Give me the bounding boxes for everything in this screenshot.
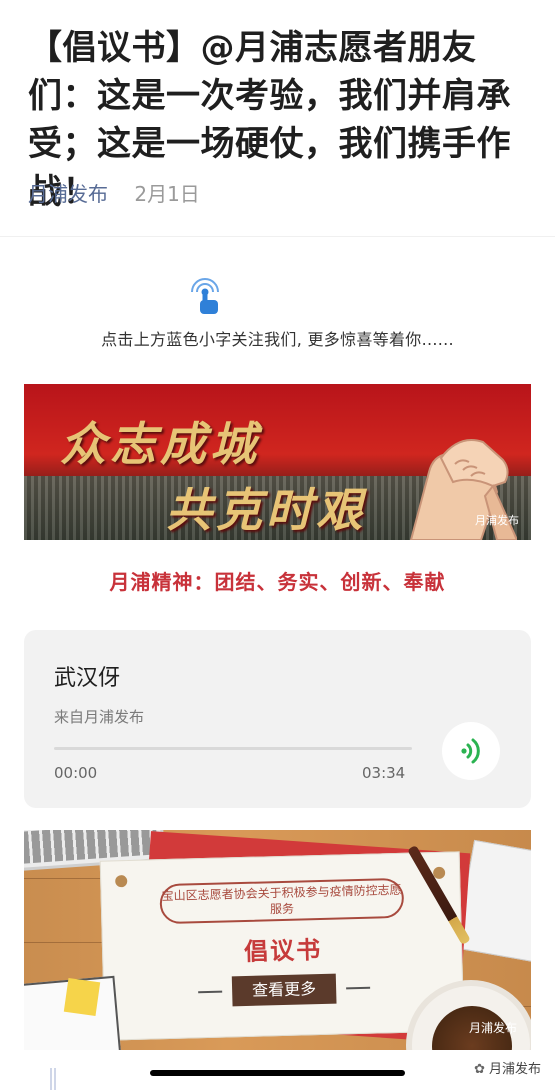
dash-left — [198, 990, 223, 994]
audio-wave-icon — [461, 738, 480, 764]
spirit-slogan: 月浦精神：团结、务实、创新、奉献 — [109, 570, 446, 594]
scroll-edge-mark — [50, 1068, 56, 1090]
more-wrap: 查看更多 — [198, 973, 371, 1007]
audio-player-card[interactable]: 武汉伢 来自月浦发布 00:00 03:34 — [24, 630, 531, 808]
view-more-button[interactable]: 查看更多 — [231, 973, 337, 1007]
account-name-link[interactable]: 月浦发布 — [28, 182, 108, 206]
publish-date: 2月1日 — [134, 182, 200, 206]
footer-watermark-text: 月浦发布 — [488, 1062, 541, 1077]
banner-image: 众志成城 共克时艰 月浦发布 — [24, 384, 531, 540]
proposal-poster-image[interactable]: 宝山区志愿者协会关于积极参与疫情防控志愿服务 倡议书 查看更多 月浦发布 — [24, 830, 531, 1050]
sticky-note-illustration — [63, 977, 101, 1017]
audio-current-time: 00:00 — [54, 764, 98, 782]
audio-duration: 03:34 — [362, 764, 406, 782]
follow-prompt: 点击上方蓝色小字关注我们, 更多惊喜等着你...... — [101, 330, 454, 349]
proposal-card: 宝山区志愿者协会关于积极参与疫情防控志愿服务 倡议书 查看更多 — [99, 851, 465, 1041]
poster-watermark: 月浦发布 — [468, 1021, 517, 1035]
laptop-keys — [24, 830, 158, 864]
footer-watermark: ✿ 月浦发布 — [474, 1058, 541, 1077]
dash-right — [346, 986, 371, 990]
tap-icon — [191, 278, 219, 314]
poster-title: 倡议书 — [243, 935, 323, 966]
audio-source: 来自月浦发布 — [54, 708, 145, 726]
article-meta: 月浦发布 2月1日 — [28, 178, 200, 207]
banner-watermark: 月浦发布 — [475, 514, 519, 527]
home-indicator[interactable] — [150, 1070, 405, 1076]
pin-icon — [115, 875, 128, 888]
divider — [0, 236, 555, 237]
audio-progress-track[interactable] — [54, 747, 412, 750]
audio-title: 武汉伢 — [54, 666, 121, 691]
banner-slogan-line2: 共克时艰 — [166, 483, 366, 537]
banner-slogan-line1: 众志成城 — [60, 417, 260, 471]
poster-headline: 宝山区志愿者协会关于积极参与疫情防控志愿服务 — [159, 877, 405, 925]
wechat-icon: ✿ — [474, 1062, 485, 1077]
audio-play-button[interactable] — [442, 722, 500, 780]
